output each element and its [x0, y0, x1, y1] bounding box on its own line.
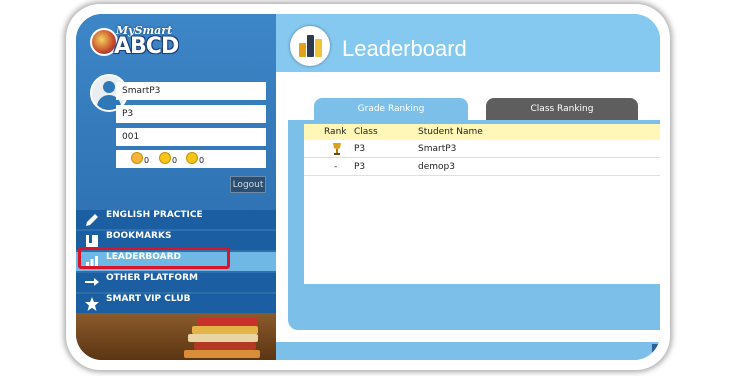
menu-item-label: SMART VIP CLUB — [106, 294, 191, 304]
logout-button[interactable]: Logout — [230, 176, 266, 193]
tab-grade-ranking[interactable]: Grade Ranking — [314, 98, 468, 120]
table-row: - P3 demop3 — [304, 158, 660, 176]
menu-item-smart-vip-club[interactable]: SMART VIP CLUB — [76, 294, 276, 314]
love-emoji-icon — [131, 152, 143, 164]
class-cell: P3 — [354, 144, 366, 154]
header-rank: Rank — [324, 127, 347, 137]
header-class: Class — [354, 127, 378, 137]
header-student-name: Student Name — [418, 127, 483, 137]
books-illustration — [76, 314, 276, 360]
menu-item-label: OTHER PLATFORM — [106, 273, 198, 283]
menu-item-english-practice[interactable]: ENGLISH PRACTICE — [76, 210, 276, 230]
student-name-cell: SmartP3 — [418, 144, 457, 154]
page-title: Leaderboard — [342, 36, 467, 61]
app-frame: MySmart ABCD SmartP3 P3 001 0 0 0 Logout… — [66, 4, 670, 370]
pencil-icon — [86, 214, 98, 226]
menu-item-label: ENGLISH PRACTICE — [106, 210, 203, 220]
logo[interactable]: MySmart ABCD — [90, 22, 185, 60]
app-window: MySmart ABCD SmartP3 P3 001 0 0 0 Logout… — [76, 14, 660, 360]
class-cell: P3 — [354, 162, 366, 172]
leaderboard-table: Rank Class Student Name P3 SmartP3 - P3 … — [304, 124, 660, 284]
table-header-row: Rank Class Student Name — [304, 124, 660, 140]
corner-button[interactable] — [652, 344, 660, 354]
tab-class-ranking[interactable]: Class Ranking — [486, 98, 638, 120]
reaction-counts: 0 0 0 — [116, 150, 266, 168]
page-header: Leaderboard — [276, 14, 660, 72]
love-count: 0 — [144, 156, 150, 165]
student-class-field: P3 — [116, 105, 266, 123]
menu-item-label: BOOKMARKS — [106, 231, 172, 241]
happy-emoji-icon — [186, 152, 198, 164]
leaderboard-highlight-box — [78, 247, 230, 269]
rank-cell: - — [334, 162, 338, 172]
trophy-icon — [333, 143, 341, 155]
student-number-field: 001 — [116, 128, 266, 146]
sidebar: MySmart ABCD SmartP3 P3 001 0 0 0 Logout… — [76, 14, 276, 360]
table-row: P3 SmartP3 — [304, 140, 660, 158]
menu-item-other-platform[interactable]: OTHER PLATFORM — [76, 273, 276, 293]
student-name-field: SmartP3 — [116, 82, 266, 100]
neutral-emoji-icon — [159, 152, 171, 164]
main-content: Leaderboard Grade Ranking Class Ranking … — [276, 14, 660, 360]
logo-text-main: ABCD — [114, 34, 179, 59]
neutral-count: 0 — [172, 156, 178, 165]
happy-count: 0 — [199, 156, 205, 165]
student-name-cell: demop3 — [418, 162, 455, 172]
leaderboard-icon — [290, 26, 330, 66]
star-icon — [85, 297, 99, 311]
arrows-icon — [85, 278, 99, 286]
